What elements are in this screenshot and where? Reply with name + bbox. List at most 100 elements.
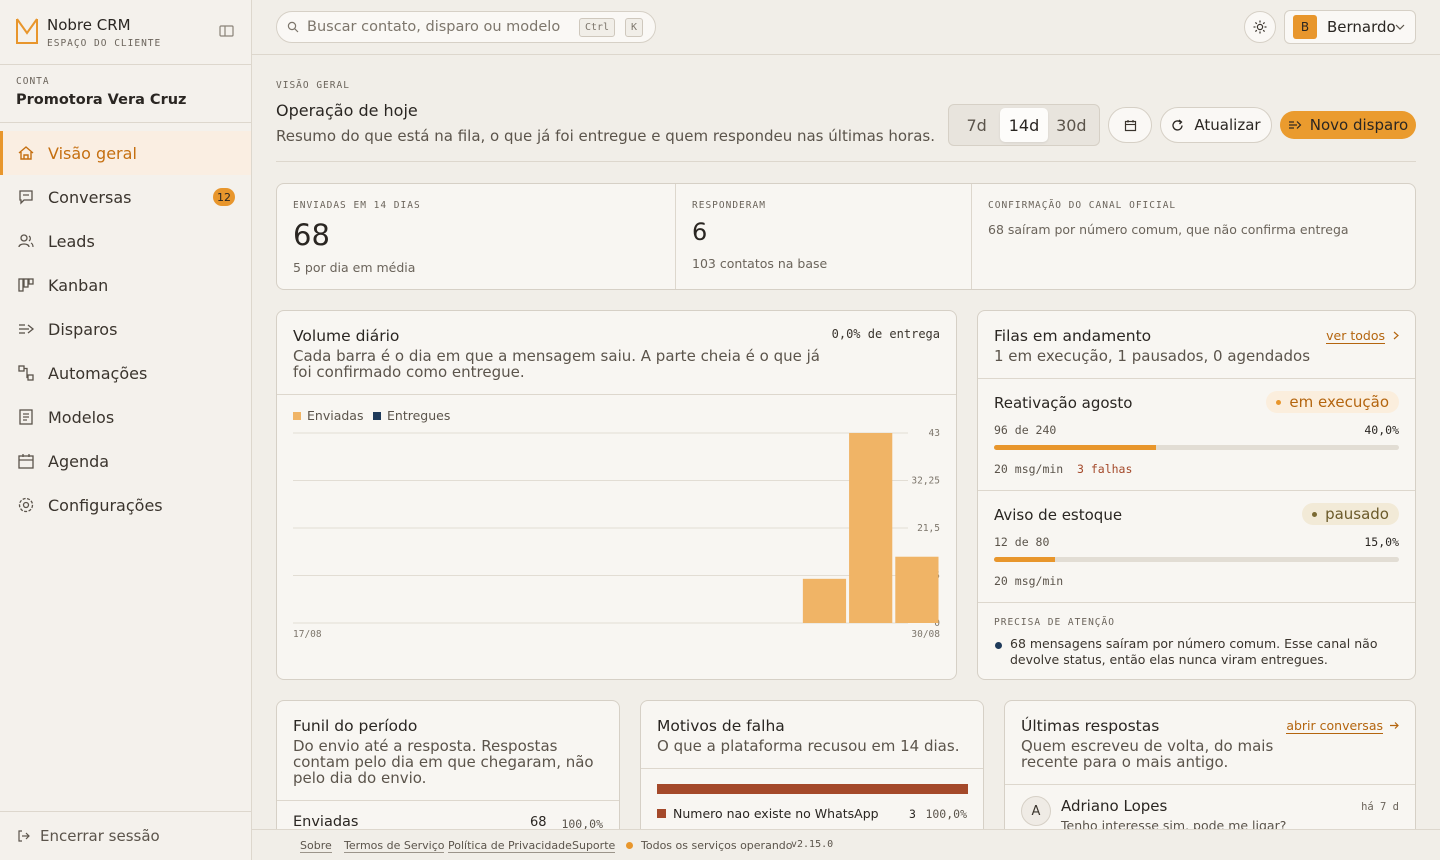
bar-sent <box>895 556 939 623</box>
logout-label: Encerrar sessão <box>40 827 160 845</box>
sidebar-item-disparos[interactable]: Disparos <box>0 307 251 351</box>
sidebar-item-label: Configurações <box>48 495 163 515</box>
app-version: v2.15.0 <box>791 839 834 850</box>
queues-card: Filas em andamento ver todos 1 em execuç… <box>977 310 1416 680</box>
queue-name[interactable]: Aviso de estoque <box>994 506 1122 524</box>
queue-percent: 15,0% <box>1364 535 1399 549</box>
card-divider <box>277 394 956 395</box>
y-tick-label: 43 <box>929 428 940 439</box>
stat-divider <box>675 184 676 289</box>
footer-link-privacidade[interactable]: Política de Privacidade <box>448 839 572 853</box>
status-dot <box>1312 511 1318 517</box>
calendar-icon <box>16 451 36 471</box>
status-dot <box>626 842 633 849</box>
sidebar-item-label: Visão geral <box>48 143 137 163</box>
sidebar-item-label: Agenda <box>48 451 110 471</box>
y-tick-label: 32,25 <box>911 476 940 487</box>
sidebar-item-modelos[interactable]: Modelos <box>0 395 251 439</box>
footer-link-suporte[interactable]: Suporte <box>572 839 616 853</box>
date-picker-button[interactable] <box>1108 107 1152 143</box>
service-status: Todos os serviços operando <box>641 839 793 852</box>
card-divider <box>1005 784 1415 785</box>
arrow-right-icon <box>1390 722 1399 729</box>
logout-button[interactable]: Encerrar sessão <box>0 811 251 860</box>
avatar: B <box>1293 15 1317 39</box>
queue-rate: 20 msg/min <box>994 574 1064 588</box>
funnel-row-label: Enviadas <box>293 814 359 830</box>
status-label: em execução <box>1289 393 1389 411</box>
chevron-right-icon <box>1393 331 1399 340</box>
footer-link-termos[interactable]: Termos de Serviço <box>344 839 445 853</box>
search-box[interactable]: Ctrl K <box>276 11 656 43</box>
account-name: Promotora Vera Cruz <box>16 92 187 108</box>
queue-name[interactable]: Reativação agosto <box>994 394 1132 412</box>
account-label: CONTA <box>16 76 50 87</box>
sidebar-item-leads[interactable]: Leads <box>0 219 251 263</box>
funnel-row-value: 68 <box>530 815 547 830</box>
refresh-label: Atualizar <box>1194 116 1261 134</box>
sidebar-item-label: Disparos <box>48 319 118 339</box>
card-divider <box>641 768 983 769</box>
logo-icon <box>16 18 38 44</box>
stat-sub: 68 saíram por número comum, que não conf… <box>988 222 1349 237</box>
range-selector: 7d 14d 30d <box>948 104 1100 146</box>
card-description: O que a plataforma recusou em 14 dias. <box>657 737 960 755</box>
card-divider <box>978 378 1415 379</box>
search-input[interactable] <box>307 19 567 35</box>
funnel-card: Funil do período Do envio até a resposta… <box>276 700 620 850</box>
new-campaign-button[interactable]: Novo disparo <box>1280 111 1416 139</box>
footer-link-sobre[interactable]: Sobre <box>300 839 332 853</box>
sidebar-item-automacoes[interactable]: Automações <box>0 351 251 395</box>
card-divider <box>978 602 1415 603</box>
footer: Sobre Termos de Serviço Política de Priv… <box>252 829 1440 860</box>
stat-sub: 5 por dia em média <box>293 260 416 275</box>
sidebar-item-label: Leads <box>48 231 95 251</box>
card-description: 1 em execução, 1 pausados, 0 agendados <box>994 347 1311 365</box>
chat-icon <box>16 187 36 207</box>
page-eyebrow: VISÃO GERAL <box>276 80 350 91</box>
failure-reason: Numero nao existe no WhatsApp <box>673 806 879 821</box>
send-icon <box>16 319 36 339</box>
range-30d[interactable]: 30d <box>1048 108 1095 142</box>
stat-label: CONFIRMAÇÃO DO CANAL OFICIAL <box>988 200 1177 211</box>
card-description: Quem escreveu de volta, do mais recente … <box>1021 737 1274 771</box>
failure-swatch <box>657 809 666 818</box>
stats-panel: ENVIADAS EM 14 DIAS 68 5 por dia em médi… <box>276 183 1416 290</box>
sidebar-item-agenda[interactable]: Agenda <box>0 439 251 483</box>
users-icon <box>16 231 36 251</box>
open-conversations-link[interactable]: abrir conversas <box>1286 718 1383 734</box>
sidebar-item-visao-geral[interactable]: Visão geral <box>0 131 251 175</box>
card-title: Motivos de falha <box>657 717 785 735</box>
sidebar-item-conversas[interactable]: Conversas 12 <box>0 175 251 219</box>
user-menu-button[interactable]: B Bernardo <box>1284 10 1416 44</box>
sidebar-nav: Visão geral Conversas 12 Leads Kanban Di… <box>0 131 251 527</box>
refresh-button[interactable]: Atualizar <box>1160 107 1272 143</box>
failure-percent: 100,0% <box>925 807 967 821</box>
range-7d[interactable]: 7d <box>953 108 1000 142</box>
sidebar: Nobre CRM ESPAÇO DO CLIENTE CONTA Promot… <box>0 0 252 860</box>
shortcut-k: K <box>625 18 643 37</box>
status-dot <box>1276 399 1282 405</box>
view-all-link[interactable]: ver todos <box>1326 328 1385 344</box>
failure-count: 3 <box>909 807 916 821</box>
collapse-sidebar-icon[interactable] <box>219 24 235 38</box>
logout-icon <box>16 826 32 846</box>
theme-toggle-button[interactable] <box>1244 11 1276 43</box>
queue-progress-fill <box>994 445 1156 450</box>
attention-label: PRECISA DE ATENÇÃO <box>994 617 1115 628</box>
bar-sent <box>849 433 893 623</box>
home-icon <box>16 143 36 163</box>
brand: Nobre CRM ESPAÇO DO CLIENTE <box>0 0 251 65</box>
sidebar-item-configuracoes[interactable]: Configurações <box>0 483 251 527</box>
stat-label: RESPONDERAM <box>692 200 766 211</box>
new-campaign-label: Novo disparo <box>1309 116 1409 134</box>
x-tick-label: 30/08 <box>911 629 940 640</box>
header-divider <box>276 161 1416 162</box>
avatar: A <box>1021 796 1051 826</box>
sidebar-item-label: Conversas <box>48 187 132 207</box>
stat-label: ENVIADAS EM 14 DIAS <box>293 200 421 211</box>
page-description: Resumo do que está na fila, o que já foi… <box>276 127 936 145</box>
stat-value: 6 <box>692 218 708 246</box>
range-14d[interactable]: 14d <box>1000 108 1048 142</box>
sidebar-item-kanban[interactable]: Kanban <box>0 263 251 307</box>
